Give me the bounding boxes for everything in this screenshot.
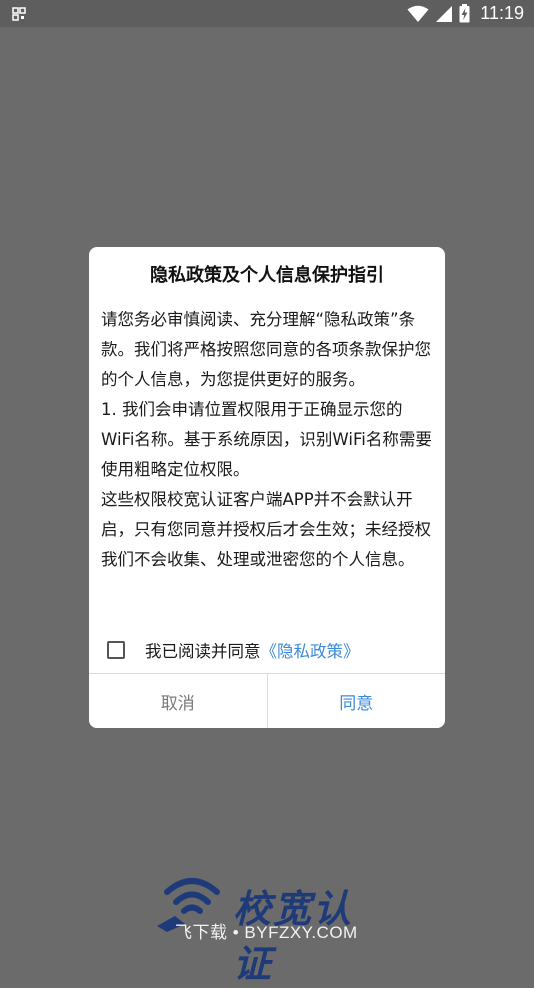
status-time: 11:19 (480, 3, 524, 23)
dialog-body: 请您务必审慎阅读、充分理解“隐私政策”条款。我们将严格按照您同意的各项条款保护您… (101, 305, 435, 575)
paragraph-location-permission: 1. 我们会申请位置权限用于正确显示您的WiFi名称。基于系统原因，识别WiFi… (101, 400, 432, 479)
privacy-dialog: 隐私政策及个人信息保护指引 请您务必审慎阅读、充分理解“隐私政策”条款。我们将严… (89, 247, 445, 728)
paragraph-authorization: 这些权限校宽认证客户端APP并不会默认开启，只有您同意并授权后才会生效；未经授权… (101, 490, 431, 569)
dialog-button-bar: 取消 同意 (89, 673, 445, 728)
dialog-title: 隐私政策及个人信息保护指引 (150, 265, 384, 286)
agree-row: 我已阅读并同意 《隐私政策》 (107, 635, 360, 665)
cellular-signal-icon (435, 5, 453, 23)
battery-charging-icon (459, 4, 470, 23)
watermark: 飞下载 • BYFZXY.COM (175, 923, 358, 942)
agree-button[interactable]: 同意 (267, 674, 445, 728)
agree-text: 我已阅读并同意 (145, 642, 261, 661)
cancel-button[interactable]: 取消 (89, 674, 268, 728)
wifi-icon (407, 5, 429, 23)
paragraph-intro: 请您务必审慎阅读、充分理解“隐私政策”条款。我们将严格按照您同意的各项条款保护您… (101, 310, 431, 389)
notification-icon (12, 6, 26, 21)
agree-checkbox[interactable] (107, 641, 125, 659)
status-bar: 11:19 (0, 0, 534, 27)
privacy-policy-link[interactable]: 《隐私政策》 (261, 638, 360, 662)
